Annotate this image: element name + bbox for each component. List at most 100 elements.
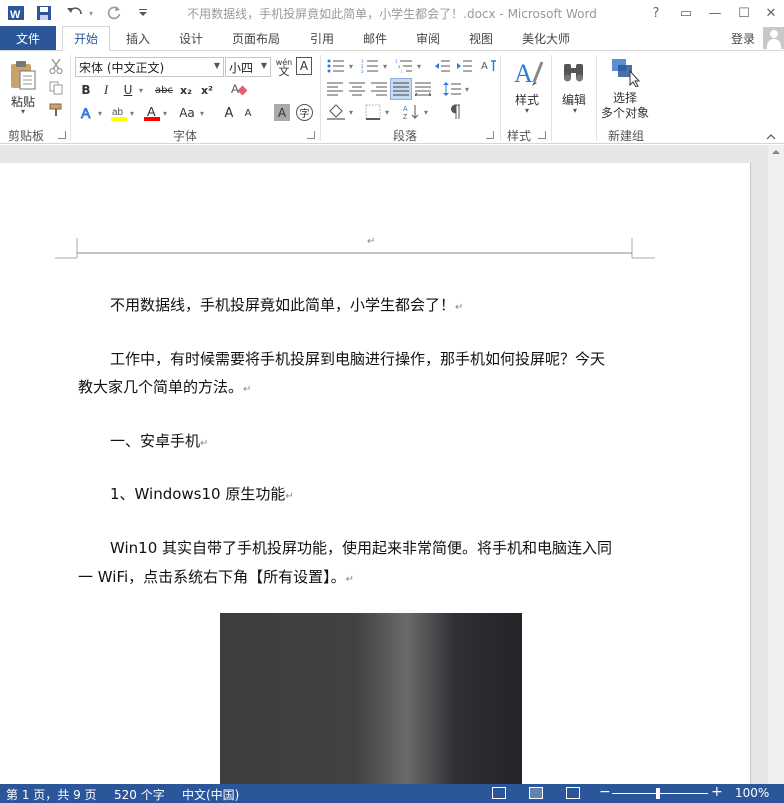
minimize-button[interactable]: — [702, 2, 728, 24]
undo-dropdown-icon[interactable]: ▾ [86, 3, 96, 23]
doc-paragraph[interactable]: Win10 其实自带了手机投屏功能，使用起来非常简便。将手机和电脑连入同 [110, 537, 612, 558]
multilevel-list-icon[interactable]: 1ai [394, 57, 414, 75]
underline-dropdown-icon[interactable]: ▾ [136, 80, 146, 100]
editing-dropdown-icon[interactable]: ▾ [568, 106, 582, 115]
doc-heading[interactable]: 一、安卓手机↵ [110, 430, 208, 451]
tab-file[interactable]: 文件 [0, 26, 56, 50]
maximize-button[interactable]: ☐ [731, 2, 757, 24]
zoom-slider-thumb[interactable] [656, 788, 660, 799]
document-page[interactable]: ↵ 不用数据线，手机投屏竟如此简单，小学生都会了！↵ 工作中，有时候需要将手机投… [0, 163, 751, 784]
find-binoculars-icon[interactable] [560, 57, 588, 87]
font-name-combo[interactable]: 宋体 (中文正文) ▼ [75, 57, 224, 77]
grow-font-button[interactable]: A [221, 103, 237, 123]
styles-dropdown-icon[interactable]: ▾ [520, 106, 534, 115]
customize-qat-icon[interactable] [136, 3, 150, 23]
distributed-icon[interactable] [414, 80, 432, 98]
character-border-button[interactable]: A [296, 57, 312, 75]
line-spacing-dropdown-icon[interactable]: ▾ [463, 80, 471, 98]
tab-mailings[interactable]: 邮件 [351, 26, 399, 50]
sign-in-link[interactable]: 登录 [731, 30, 755, 47]
subscript-button[interactable]: x₂ [178, 80, 194, 100]
shading-dropdown-icon[interactable]: ▾ [347, 103, 355, 121]
paragraph-launcher-icon[interactable] [486, 131, 494, 139]
tab-insert[interactable]: 插入 [114, 26, 162, 50]
align-left-icon[interactable] [326, 80, 344, 98]
ribbon-display-options-button[interactable]: ▭ [673, 2, 699, 24]
zoom-out-button[interactable]: − [599, 784, 611, 800]
styles-icon[interactable]: A [512, 55, 544, 89]
bullets-icon[interactable] [326, 57, 346, 75]
numbering-icon[interactable]: 123 [360, 57, 380, 75]
undo-icon[interactable] [64, 3, 86, 23]
tab-references[interactable]: 引用 [298, 26, 346, 50]
justify-icon[interactable] [390, 78, 412, 100]
tab-design[interactable]: 设计 [167, 26, 215, 50]
highlight-icon[interactable]: ab [110, 103, 128, 123]
font-color-icon[interactable]: A [143, 103, 161, 123]
avatar[interactable] [763, 27, 784, 49]
paste-dropdown-icon[interactable]: ▾ [16, 107, 30, 116]
tab-beautify-master[interactable]: 美化大师 [512, 26, 580, 50]
change-case-button[interactable]: Aa [176, 103, 198, 123]
scroll-up-icon[interactable] [772, 149, 780, 155]
tab-review[interactable]: 审阅 [404, 26, 452, 50]
numbering-dropdown-icon[interactable]: ▾ [381, 57, 389, 75]
sort-icon[interactable]: AZ [402, 103, 422, 121]
doc-paragraph[interactable]: 工作中，有时候需要将手机投屏到电脑进行操作，那手机如何投屏呢？今天 [110, 348, 605, 369]
chinese-layout-icon[interactable]: A [480, 57, 498, 75]
doc-subheading[interactable]: 1、Windows10 原生功能↵ [110, 483, 294, 504]
character-shading-button[interactable]: A [274, 104, 290, 121]
multilevel-list-dropdown-icon[interactable]: ▾ [415, 57, 423, 75]
vertical-scrollbar[interactable] [768, 145, 784, 784]
cut-icon[interactable] [46, 57, 66, 75]
strikethrough-button[interactable]: abc [153, 80, 175, 100]
show-marks-icon[interactable] [446, 103, 464, 121]
zoom-in-button[interactable]: + [711, 784, 723, 800]
language-indicator[interactable]: 中文(中国) [182, 786, 239, 803]
paste-icon[interactable] [6, 57, 40, 93]
page-count[interactable]: 第 1 页，共 9 页 [6, 786, 97, 803]
phonetic-guide-button[interactable]: wén 文 [274, 56, 294, 78]
italic-button[interactable]: I [98, 80, 114, 100]
increase-indent-icon[interactable] [456, 57, 474, 75]
text-effects-icon[interactable]: A [78, 103, 96, 123]
help-button[interactable]: ? [643, 2, 669, 24]
zoom-slider[interactable] [612, 793, 708, 794]
select-objects-button[interactable]: 选择 多个对象 [600, 91, 650, 121]
doc-paragraph[interactable]: 不用数据线，手机投屏竟如此简单，小学生都会了！↵ [110, 294, 463, 315]
borders-icon[interactable] [364, 103, 382, 121]
font-launcher-icon[interactable] [307, 131, 315, 139]
doc-paragraph-continuation[interactable]: 一 WiFi，点击系统右下角【所有设置】。↵ [78, 566, 354, 587]
superscript-button[interactable]: x² [199, 80, 215, 100]
font-size-combo[interactable]: 小四 ▼ [225, 57, 271, 77]
copy-icon[interactable] [46, 79, 66, 97]
select-objects-icon[interactable] [608, 57, 642, 87]
web-layout-icon[interactable] [566, 787, 580, 799]
format-painter-icon[interactable] [46, 101, 66, 119]
collapse-ribbon-icon[interactable] [764, 131, 778, 143]
doc-paragraph-continuation[interactable]: 教大家几个简单的方法。↵ [78, 376, 251, 397]
font-color-dropdown-icon[interactable]: ▾ [161, 103, 169, 123]
bullets-dropdown-icon[interactable]: ▾ [347, 57, 355, 75]
tab-view[interactable]: 视图 [457, 26, 505, 50]
text-effects-dropdown-icon[interactable]: ▾ [96, 103, 104, 123]
read-mode-icon[interactable] [492, 787, 506, 799]
styles-launcher-icon[interactable] [538, 131, 546, 139]
underline-button[interactable]: U [120, 80, 136, 100]
zoom-level[interactable]: 100% [735, 786, 769, 800]
document-image[interactable] [220, 613, 522, 784]
align-center-icon[interactable] [348, 80, 366, 98]
clipboard-launcher-icon[interactable] [58, 131, 66, 139]
sort-dropdown-icon[interactable]: ▾ [422, 103, 430, 121]
word-count[interactable]: 520 个字 [114, 786, 165, 803]
close-button[interactable]: ✕ [758, 2, 784, 24]
tab-page-layout[interactable]: 页面布局 [224, 26, 288, 50]
save-icon[interactable] [34, 3, 54, 23]
highlight-dropdown-icon[interactable]: ▾ [128, 103, 136, 123]
borders-dropdown-icon[interactable]: ▾ [383, 103, 391, 121]
line-spacing-icon[interactable] [442, 80, 462, 98]
align-right-icon[interactable] [370, 80, 388, 98]
print-layout-icon[interactable] [529, 787, 543, 799]
enclose-characters-button[interactable]: 字 [296, 104, 313, 121]
decrease-indent-icon[interactable] [434, 57, 452, 75]
